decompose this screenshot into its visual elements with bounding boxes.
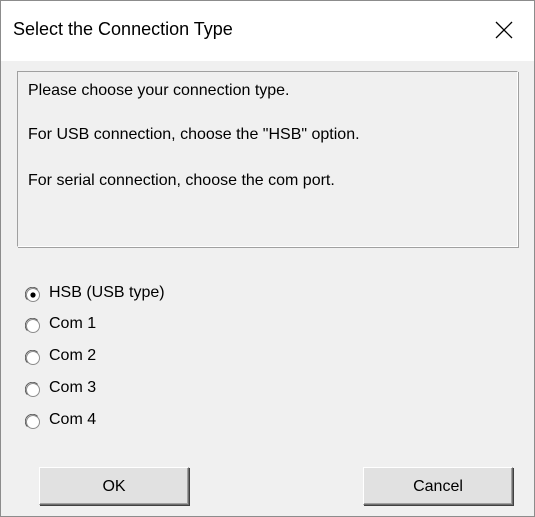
radio-label-hsb: HSB (USB type) xyxy=(49,284,165,301)
instruction-line-1: Please choose your connection type. xyxy=(28,82,290,99)
radio-unselected-icon[interactable] xyxy=(25,318,41,334)
instruction-line-3: For serial connection, choose the com po… xyxy=(28,172,335,189)
ok-button[interactable]: OK xyxy=(39,467,189,505)
dialog-title: Select the Connection Type xyxy=(13,19,233,39)
instruction-line-2: For USB connection, choose the "HSB" opt… xyxy=(28,126,360,143)
radio-label-com3: Com 3 xyxy=(49,379,97,396)
radio-unselected-icon[interactable] xyxy=(25,414,41,430)
radio-unselected-icon[interactable] xyxy=(25,350,41,366)
close-button[interactable] xyxy=(474,1,534,61)
instructions-panel: Please choose your connection type. For … xyxy=(17,71,518,247)
radio-unselected-icon[interactable] xyxy=(25,382,41,398)
radio-label-com1: Com 1 xyxy=(49,315,97,332)
close-icon xyxy=(495,21,513,39)
radio-label-com2: Com 2 xyxy=(49,347,97,364)
radio-selected-icon[interactable] xyxy=(25,287,41,303)
cancel-button[interactable]: Cancel xyxy=(363,467,513,505)
title-bar: Select the Connection Type xyxy=(1,1,534,61)
radio-label-com4: Com 4 xyxy=(49,411,97,428)
connection-type-dialog: Select the Connection Type Please choose… xyxy=(0,0,535,517)
